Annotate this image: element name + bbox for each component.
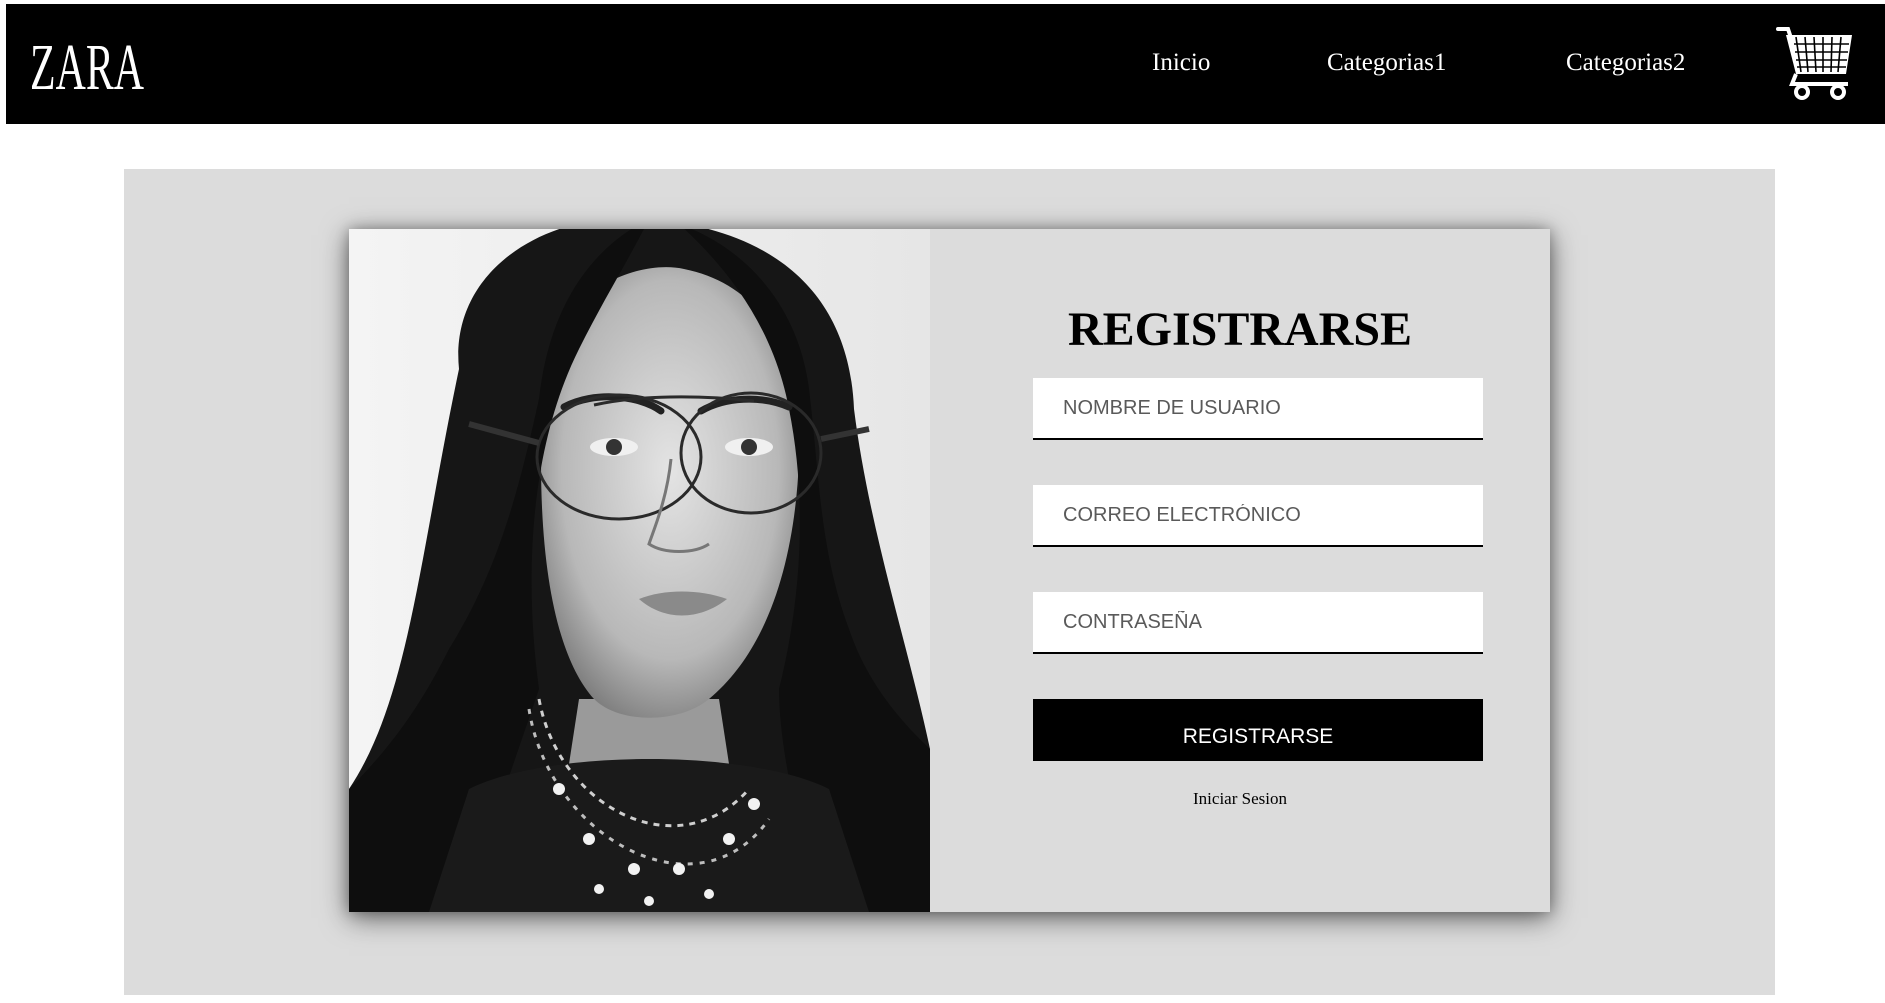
login-link[interactable]: Iniciar Sesion — [930, 789, 1550, 809]
register-card: REGISTRARSE REGISTRARSE Iniciar Sesion — [349, 229, 1550, 912]
password-input[interactable] — [1033, 592, 1483, 654]
username-input[interactable] — [1033, 378, 1483, 440]
email-input[interactable] — [1033, 485, 1483, 547]
nav-item-categorias2[interactable]: Categorias2 — [1566, 50, 1685, 75]
model-photo — [349, 229, 930, 912]
shopping-cart-icon[interactable] — [1776, 26, 1856, 100]
register-button[interactable]: REGISTRARSE — [1033, 699, 1483, 761]
logo-text: ZARA — [30, 31, 144, 100]
nav-item-categorias1[interactable]: Categorias1 — [1327, 50, 1446, 75]
nav-item-inicio[interactable]: Inicio — [1152, 50, 1210, 75]
top-navbar: ZARA Inicio Categorias1 Categorias2 — [6, 4, 1885, 124]
zara-logo[interactable]: ZARA — [28, 26, 148, 100]
form-title: REGISTRARSE — [1067, 303, 1413, 356]
